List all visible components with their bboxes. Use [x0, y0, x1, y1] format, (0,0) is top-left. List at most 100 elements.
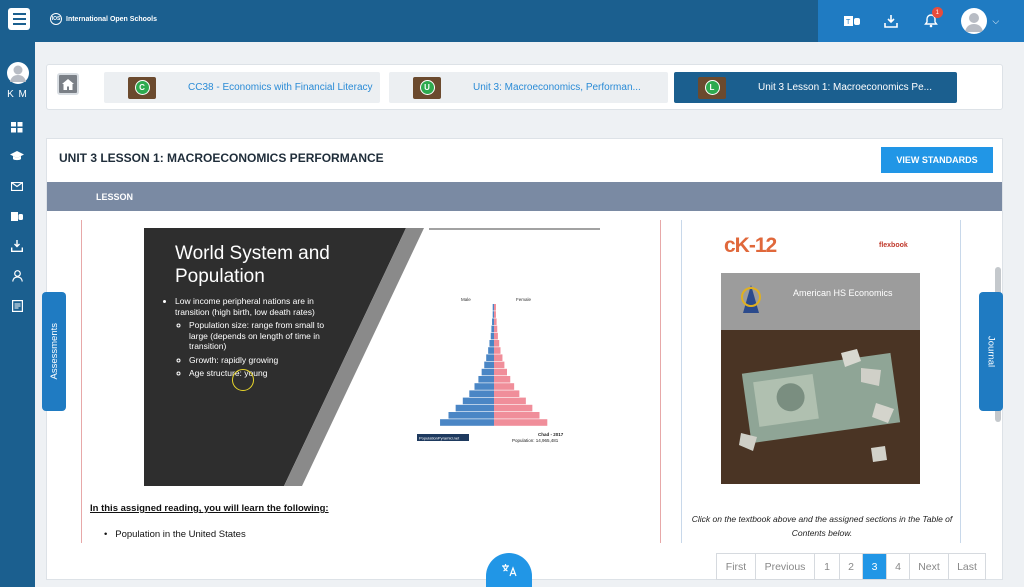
- top-bar-actions: T 1 ⌵: [818, 0, 1024, 42]
- ck12-logo: cK-12: [724, 234, 777, 257]
- pyramid-female-bar: [494, 325, 498, 333]
- pyramid-source: PopulationPyramid.net: [419, 436, 460, 441]
- unit-letter-badge: U: [419, 80, 435, 95]
- pyramid-female-bar: [494, 390, 520, 397]
- pyramid-male-bar: [492, 311, 494, 318]
- view-standards-button[interactable]: VIEW STANDARDS: [881, 147, 993, 173]
- unit-thumbnail: U: [413, 76, 441, 99]
- lesson-thumbnail: L: [698, 76, 726, 99]
- pyramid-country: Chad - 2017: [538, 432, 564, 437]
- school-logo[interactable]: IOS International Open Schools: [50, 13, 157, 25]
- person-icon[interactable]: [8, 268, 26, 284]
- pyramid-female-bar: [494, 304, 496, 311]
- pyramid-male-bar: [455, 404, 494, 412]
- pyramid-male-bar: [469, 390, 494, 397]
- pyramid-population: Population: 14,965,481: [512, 438, 559, 443]
- teams-icon-sidebar[interactable]: [8, 208, 26, 224]
- page-3[interactable]: 3: [863, 554, 887, 579]
- breadcrumb-lesson-label: Unit 3 Lesson 1: Macroeconomics Pe...: [758, 82, 932, 93]
- document-icon[interactable]: [8, 298, 26, 314]
- slide-image: World System and Population Low income p…: [144, 228, 600, 486]
- breadcrumb-course[interactable]: C CC38 - Economics with Financial Litera…: [104, 72, 380, 103]
- slide-sub-bullet-1: Population size: range from small to lar…: [189, 320, 345, 352]
- pyramid-male-label: Male: [461, 297, 471, 302]
- pyramid-male-bar: [478, 376, 494, 383]
- page-next[interactable]: Next: [910, 554, 949, 579]
- dashboard-icon[interactable]: [8, 119, 26, 135]
- breadcrumb: C CC38 - Economics with Financial Litera…: [46, 64, 1003, 110]
- journal-tab[interactable]: Journal: [979, 292, 1003, 411]
- book-cover-art: [721, 285, 920, 484]
- course-thumbnail: C: [128, 76, 156, 99]
- teams-icon[interactable]: T: [843, 12, 861, 30]
- journal-label: Journal: [985, 335, 997, 368]
- pyramid-male-bar: [481, 368, 494, 376]
- slide-bullets: Low income peripheral nations are in tra…: [175, 296, 345, 382]
- pyramid-female-label: Female: [516, 297, 532, 302]
- population-pyramid: Male Female PopulationPyramid.net Chad -…: [417, 297, 564, 443]
- slide-title: World System and Population: [175, 242, 365, 288]
- pyramid-male-bar: [462, 397, 494, 405]
- pyramid-female-bar: [494, 404, 533, 412]
- pagination: First Previous 1 2 3 4 Next Last: [716, 553, 986, 580]
- download-icon[interactable]: [882, 12, 900, 30]
- download-icon-sidebar[interactable]: [8, 238, 26, 254]
- pyramid-female-bar: [494, 412, 540, 419]
- textbook-instructions: Click on the textbook above and the assi…: [691, 514, 953, 538]
- pyramid-male-bar: [491, 325, 494, 333]
- pyramid-male-bar: [448, 412, 494, 419]
- pyramid-female-bar: [494, 347, 501, 354]
- pyramid-male-bar: [492, 318, 494, 325]
- menu-icon[interactable]: [8, 8, 30, 30]
- mail-icon[interactable]: [8, 178, 26, 194]
- breadcrumb-unit-label: Unit 3: Macroeconomics, Performan...: [473, 82, 641, 93]
- pyramid-female-bar: [494, 383, 515, 390]
- home-icon[interactable]: [57, 73, 79, 95]
- assessments-tab[interactable]: Assessments: [42, 292, 66, 411]
- sidebar-avatar[interactable]: [7, 62, 29, 84]
- pyramid-male-bar: [484, 361, 494, 369]
- logo-text: International Open Schools: [66, 15, 158, 23]
- graduation-cap-icon[interactable]: [8, 148, 26, 164]
- page-1[interactable]: 1: [815, 554, 840, 579]
- chevron-down-icon[interactable]: ⌵: [992, 16, 999, 27]
- textbook-cover[interactable]: American HS Economics: [721, 273, 920, 484]
- page-last[interactable]: Last: [949, 554, 985, 579]
- notification-bell-icon[interactable]: 1: [922, 7, 943, 30]
- pyramid-female-bar: [494, 368, 507, 376]
- assessments-label: Assessments: [48, 323, 60, 380]
- page-previous[interactable]: Previous: [756, 554, 815, 579]
- pyramid-male-bar: [474, 383, 494, 390]
- lesson-tab-bar: LESSON: [47, 182, 1002, 211]
- user-avatar[interactable]: [961, 8, 988, 34]
- page-first[interactable]: First: [717, 554, 756, 579]
- page-title: UNIT 3 LESSON 1: MACROECONOMICS PERFORMA…: [59, 151, 384, 165]
- slide-sub-bullet-2: Growth: rapidly growing: [189, 355, 345, 366]
- pyramid-female-bar: [494, 311, 496, 318]
- user-initials: K M: [7, 89, 28, 100]
- textbook-panel: cK-12 flexbook American HS Economics Cli…: [681, 220, 961, 543]
- pyramid-female-bar: [494, 361, 505, 369]
- slide-title-line2: Population: [175, 266, 265, 287]
- breadcrumb-lesson[interactable]: L Unit 3 Lesson 1: Macroeconomics Pe...: [674, 72, 957, 103]
- cursor-highlight: [232, 369, 254, 391]
- left-sidebar: K M: [0, 42, 35, 587]
- lesson-content: World System and Population Low income p…: [81, 220, 661, 543]
- lesson-letter-badge: L: [704, 80, 720, 95]
- user-menu[interactable]: ⌵: [961, 8, 999, 34]
- pyramid-male-bar: [490, 332, 494, 340]
- breadcrumb-unit[interactable]: U Unit 3: Macroeconomics, Performan...: [389, 72, 668, 103]
- page-4[interactable]: 4: [887, 554, 910, 579]
- pyramid-female-bar: [494, 376, 511, 383]
- pyramid-female-bar: [494, 340, 500, 347]
- breadcrumb-course-label: CC38 - Economics with Financial Literacy: [188, 82, 373, 93]
- pyramid-male-bar: [492, 304, 494, 311]
- page-2[interactable]: 2: [840, 554, 863, 579]
- tab-lesson[interactable]: LESSON: [96, 192, 133, 202]
- svg-text:T: T: [846, 19, 851, 26]
- logo-mark: IOS: [50, 13, 62, 25]
- pyramid-male-bar: [488, 347, 494, 354]
- lesson-panel: UNIT 3 LESSON 1: MACROECONOMICS PERFORMA…: [46, 138, 1003, 580]
- course-letter-badge: C: [134, 80, 150, 95]
- pyramid-female-bar: [494, 318, 497, 325]
